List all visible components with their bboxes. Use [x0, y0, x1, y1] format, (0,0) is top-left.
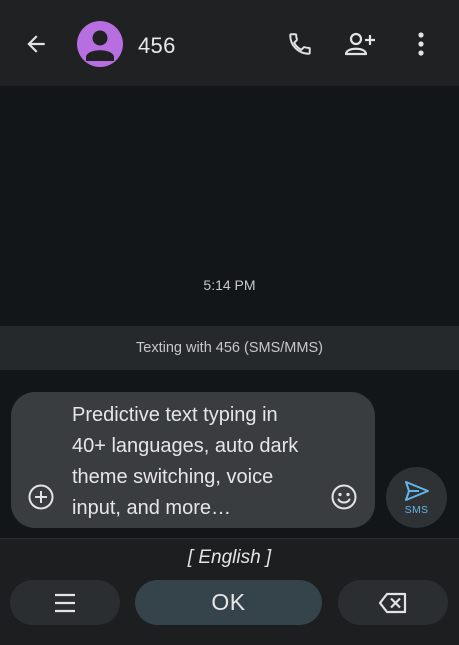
top-app-bar: 456: [0, 0, 459, 86]
emoji-icon: [331, 484, 357, 510]
keyboard: [ English ] OK: [0, 538, 459, 645]
phone-icon: [289, 33, 311, 55]
keyboard-backspace-key[interactable]: [338, 580, 448, 625]
message-input[interactable]: Predictive text typing in 40+ languages,…: [72, 400, 312, 524]
add-circle-icon: [28, 484, 54, 510]
add-attachment-button[interactable]: [26, 482, 56, 512]
send-icon: [404, 481, 429, 501]
texting-with-label: Texting with 456 (SMS/MMS): [136, 340, 323, 356]
backspace-icon: [378, 592, 407, 613]
emoji-button[interactable]: [329, 482, 359, 512]
add-person-icon: [344, 32, 375, 56]
texting-info-bar: Texting with 456 (SMS/MMS): [0, 326, 459, 370]
send-sms-button[interactable]: SMS: [386, 467, 447, 528]
avatar[interactable]: [77, 21, 123, 67]
contact-name: 456: [138, 33, 176, 58]
compose-area: Predictive text typing in 40+ languages,…: [0, 370, 459, 538]
call-button[interactable]: [284, 28, 316, 60]
conversation-area[interactable]: 5:14 PM: [0, 86, 459, 326]
keyboard-menu-key[interactable]: [10, 580, 120, 625]
back-button[interactable]: [20, 28, 52, 60]
keyboard-ok-key[interactable]: OK: [135, 580, 322, 625]
ok-label: OK: [211, 589, 246, 615]
more-vert-icon: [418, 32, 424, 56]
person-icon: [86, 30, 114, 61]
back-arrow-icon: [27, 35, 45, 53]
message-timestamp: 5:14 PM: [203, 277, 256, 293]
send-label: SMS: [404, 504, 429, 516]
add-contact-button[interactable]: [342, 28, 378, 60]
menu-icon: [55, 593, 75, 612]
message-compose-box[interactable]: Predictive text typing in 40+ languages,…: [11, 392, 375, 528]
keyboard-language-label[interactable]: [ English ]: [0, 547, 459, 569]
more-options-button[interactable]: [406, 28, 436, 60]
